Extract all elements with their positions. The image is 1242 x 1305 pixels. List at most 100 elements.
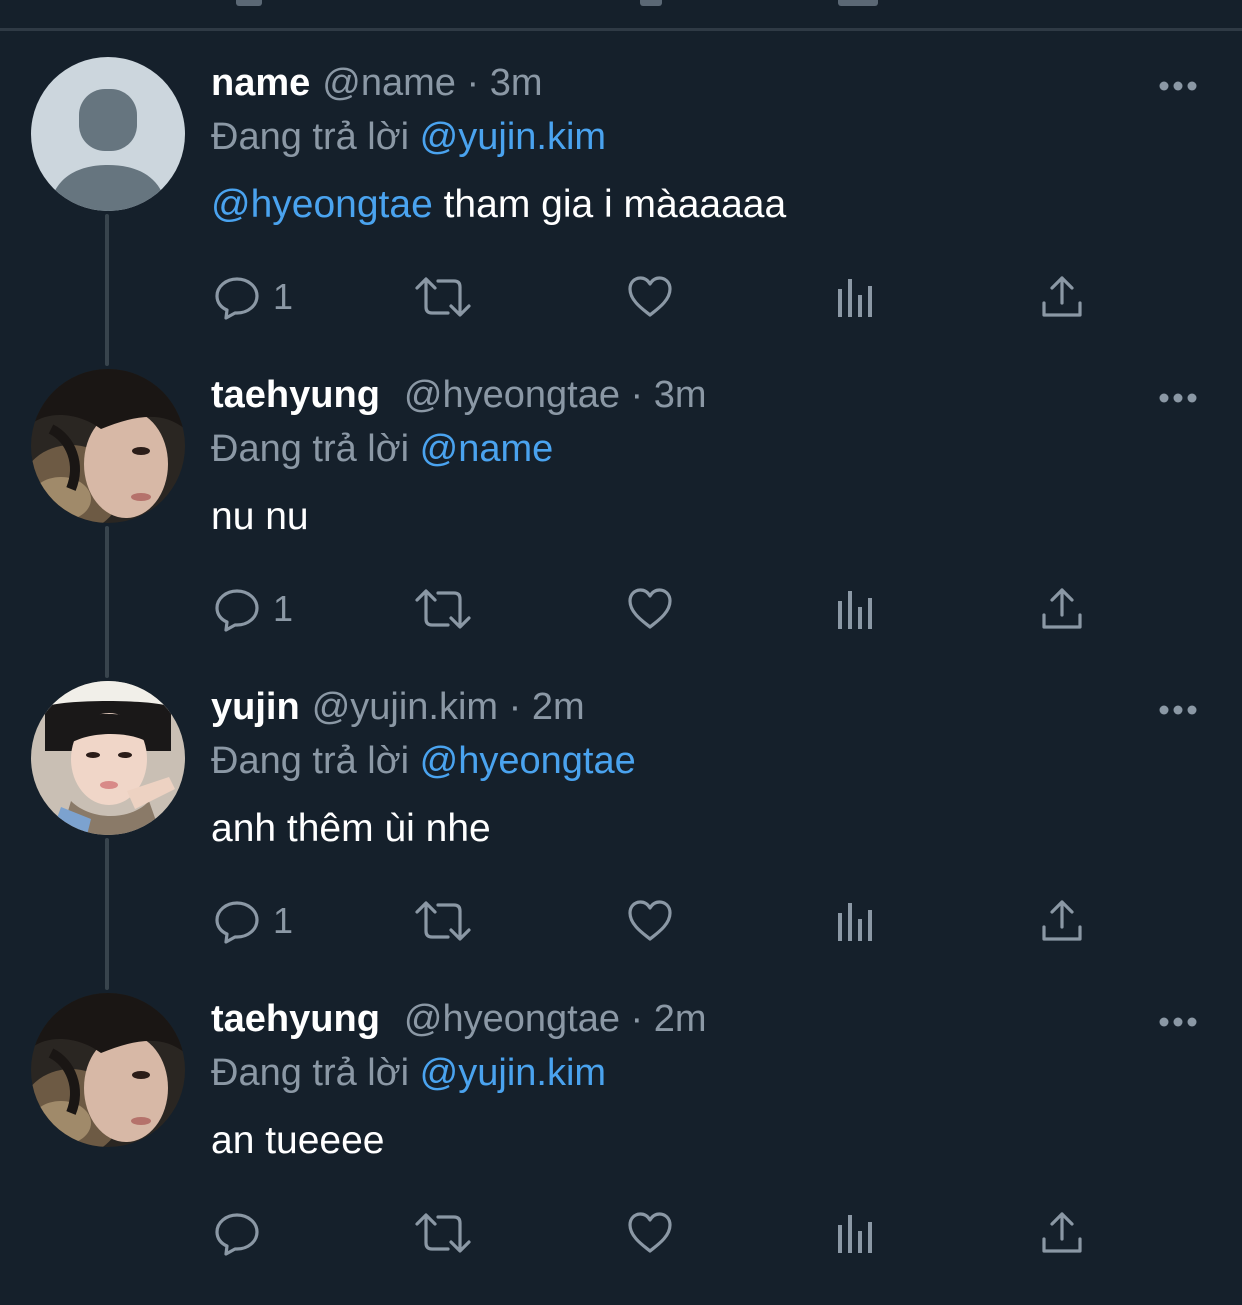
tweet-item[interactable]: taehyung @hyeongtae · 3m Đang trả lời @na… <box>0 369 1242 681</box>
retweet-button[interactable] <box>414 1203 472 1263</box>
share-button[interactable] <box>1040 579 1084 639</box>
like-button[interactable] <box>626 891 674 951</box>
previous-action-bar-remnant <box>838 0 878 6</box>
more-options-icon <box>1159 1017 1197 1027</box>
tweet-text: nu nu <box>211 493 309 541</box>
replying-to-label: Đang trả lời <box>211 116 410 158</box>
action-bar <box>0 1203 1242 1263</box>
retweet-icon <box>415 589 471 629</box>
tweet-text: anh thêm ùi nhe <box>211 805 491 853</box>
analytics-button[interactable] <box>834 1203 878 1263</box>
retweet-icon <box>415 1213 471 1253</box>
reply-button[interactable]: 1 <box>213 579 293 639</box>
like-icon <box>628 1212 672 1253</box>
tweet-item[interactable]: name @name · 3m Đang trả lời @yujin.kim @… <box>0 57 1242 369</box>
action-bar: 1 <box>0 267 1242 327</box>
default-avatar-icon <box>31 57 185 211</box>
analytics-button[interactable] <box>834 891 878 951</box>
replying-to-mention[interactable]: @hyeongtae <box>420 740 636 782</box>
avatar[interactable] <box>31 57 185 211</box>
replying-to-line: Đang trả lời @yujin.kim <box>211 113 606 161</box>
body-text: nu nu <box>211 495 309 538</box>
reply-button[interactable] <box>213 1203 261 1263</box>
more-options-icon <box>1159 81 1197 91</box>
retweet-icon <box>415 277 471 317</box>
replying-to-label: Đang trả lời <box>211 428 410 470</box>
timestamp[interactable]: 3m <box>490 62 543 104</box>
replying-to-label: Đang trả lời <box>211 740 410 782</box>
user-handle[interactable]: @hyeongtae <box>404 998 620 1040</box>
display-name[interactable]: yujin <box>211 686 300 728</box>
like-button[interactable] <box>626 267 674 327</box>
avatar[interactable] <box>31 681 185 835</box>
timestamp[interactable]: 2m <box>532 686 585 728</box>
retweet-button[interactable] <box>414 267 472 327</box>
user-handle[interactable]: @name <box>322 62 456 104</box>
more-options-button[interactable] <box>1154 71 1202 101</box>
separator-dot: · <box>466 62 480 104</box>
more-options-button[interactable] <box>1154 383 1202 413</box>
reply-icon <box>215 589 259 632</box>
timestamp[interactable]: 2m <box>654 998 707 1040</box>
more-options-button[interactable] <box>1154 695 1202 725</box>
avatar[interactable] <box>31 993 185 1147</box>
timestamp[interactable]: 3m <box>654 374 707 416</box>
replying-to-line: Đang trả lời @yujin.kim <box>211 1049 606 1097</box>
like-icon <box>628 276 672 317</box>
analytics-button[interactable] <box>834 579 878 639</box>
like-button[interactable] <box>626 1203 674 1263</box>
like-icon <box>628 588 672 629</box>
tweet-text: @hyeongtae tham gia i màaaaaa <box>211 181 786 229</box>
tweet-header: name @name · 3m <box>211 59 543 107</box>
body-text: an tueeee <box>211 1119 385 1162</box>
share-button[interactable] <box>1040 1203 1084 1263</box>
reply-count: 1 <box>273 276 294 317</box>
top-divider <box>0 28 1242 31</box>
retweet-button[interactable] <box>414 579 472 639</box>
replying-to-mention[interactable]: @name <box>420 428 554 470</box>
tweet-text: an tueeee <box>211 1117 385 1165</box>
replying-to-line: Đang trả lời @name <box>211 425 553 473</box>
reply-button[interactable]: 1 <box>213 267 293 327</box>
tweet-item[interactable]: yujin @yujin.kim · 2m Đang trả lời @hyeon… <box>0 681 1242 993</box>
user-handle[interactable]: @yujin.kim <box>312 686 498 728</box>
replying-to-line: Đang trả lời @hyeongtae <box>211 737 636 785</box>
share-button[interactable] <box>1040 267 1084 327</box>
reply-icon <box>215 1213 259 1256</box>
share-icon <box>1042 588 1082 629</box>
user-handle[interactable]: @hyeongtae <box>404 374 620 416</box>
share-button[interactable] <box>1040 891 1084 951</box>
replying-to-label: Đang trả lời <box>211 1052 410 1094</box>
like-button[interactable] <box>626 579 674 639</box>
separator-dot: · <box>630 374 644 416</box>
replying-to-mention[interactable]: @yujin.kim <box>420 1052 606 1094</box>
tweet-item[interactable]: taehyung @hyeongtae · 2m Đang trả lời @yu… <box>0 993 1242 1305</box>
previous-action-bar-remnant <box>236 0 262 6</box>
like-icon <box>628 900 672 941</box>
replying-to-mention[interactable]: @yujin.kim <box>420 116 606 158</box>
previous-action-bar-remnant <box>640 0 662 6</box>
analytics-icon <box>838 279 872 317</box>
display-name[interactable]: taehyung <box>211 998 380 1040</box>
reply-count: 1 <box>273 900 294 941</box>
avatar[interactable] <box>31 369 185 523</box>
retweet-icon <box>415 901 471 941</box>
display-name[interactable]: taehyung <box>211 374 380 416</box>
body-text: anh thêm ùi nhe <box>211 807 491 850</box>
more-options-button[interactable] <box>1154 1007 1202 1037</box>
action-bar: 1 <box>0 579 1242 639</box>
body-mention[interactable]: @hyeongtae <box>211 183 433 226</box>
display-name[interactable]: name <box>211 62 310 104</box>
more-options-icon <box>1159 393 1197 403</box>
analytics-button[interactable] <box>834 267 878 327</box>
reply-count: 1 <box>273 588 294 629</box>
reply-icon <box>215 901 259 944</box>
reply-icon <box>215 277 259 320</box>
action-bar: 1 <box>0 891 1242 951</box>
analytics-icon <box>838 591 872 629</box>
reply-button[interactable]: 1 <box>213 891 293 951</box>
separator-dot: · <box>508 686 522 728</box>
retweet-button[interactable] <box>414 891 472 951</box>
share-icon <box>1042 900 1082 941</box>
tweet-header: taehyung @hyeongtae · 3m <box>211 371 707 419</box>
